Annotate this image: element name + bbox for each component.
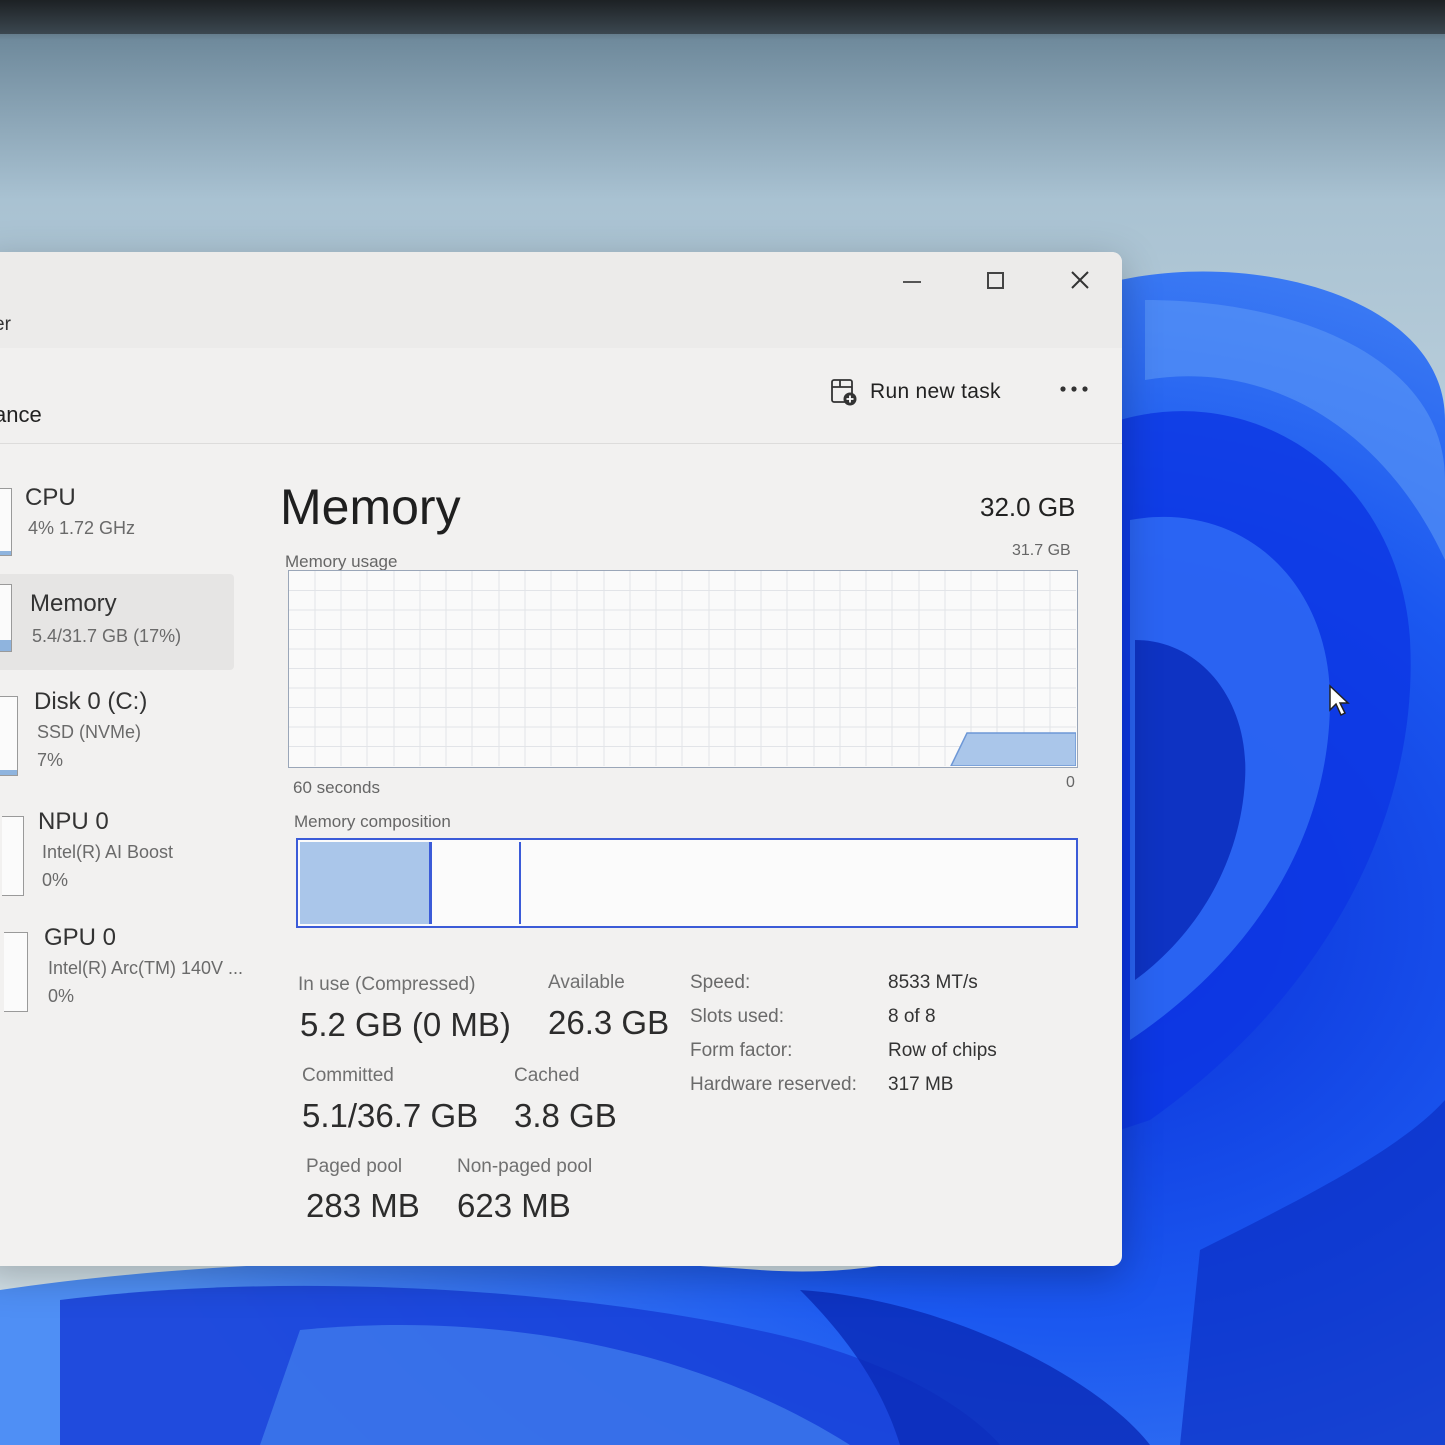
committed-value: 5.1/36.7 GB: [302, 1097, 479, 1134]
maximize-icon: [986, 271, 1004, 289]
speed-value: 8533 MT/s: [888, 972, 978, 993]
sidebar-item-gpu[interactable]: GPU 0 Intel(R) Arc(TM) 140V ... 0%: [0, 924, 255, 1020]
run-new-task-label: Run new task: [870, 380, 1001, 403]
sidebar-item-detail: 4% 1.72 GHz: [28, 518, 136, 538]
sidebar-item-detail: 5.4/31.7 GB (17%): [32, 626, 182, 646]
memory-usage-label: Memory usage: [285, 552, 398, 571]
ellipsis-icon: [1060, 386, 1088, 392]
window-title: er: [0, 314, 11, 335]
cached-value: 3.8 GB: [514, 1097, 617, 1134]
run-task-icon: [831, 379, 857, 406]
memory-usage-max: 31.7 GB: [1012, 542, 1071, 559]
form-factor-label: Form factor:: [690, 1040, 793, 1061]
npu-thumbnail-graph: [2, 816, 24, 896]
sidebar-item-usage: 7%: [37, 750, 64, 770]
monitor-bezel: [0, 0, 1445, 34]
memory-thumbnail-graph: [0, 584, 12, 652]
committed-label: Committed: [302, 1065, 394, 1086]
more-options-button[interactable]: [1058, 374, 1090, 404]
memory-usage-graph: [288, 570, 1078, 768]
toolbar: ance Run new task: [0, 348, 1122, 444]
sidebar-item-usage: 0%: [42, 870, 69, 890]
paged-pool-value: 283 MB: [306, 1187, 420, 1224]
non-paged-pool-value: 623 MB: [457, 1187, 571, 1224]
sidebar-item-title: CPU: [25, 484, 76, 511]
in-use-label: In use (Compressed): [298, 974, 476, 995]
slots-used-value: 8 of 8: [888, 1006, 936, 1027]
non-paged-pool-label: Non-paged pool: [457, 1156, 593, 1177]
minimize-button[interactable]: [884, 260, 940, 300]
cpu-thumbnail-graph: [0, 488, 12, 556]
memory-usage-graph-svg: [289, 571, 1077, 767]
sidebar-item-detail: Intel(R) AI Boost: [42, 842, 174, 862]
sidebar-item-title: Disk 0 (C:): [34, 688, 148, 715]
composition-in-use-segment[interactable]: [300, 842, 432, 924]
memory-usage-area: [949, 732, 1077, 767]
hardware-reserved-value: 317 MB: [888, 1074, 954, 1095]
performance-sidebar: CPU 4% 1.72 GHz Memory 5.4/31.7 GB (17%)…: [0, 478, 243, 1038]
slots-used-label: Slots used:: [690, 1006, 784, 1027]
hardware-reserved-label: Hardware reserved:: [690, 1074, 857, 1095]
graph-gridlines: [289, 571, 1076, 766]
mouse-pointer-icon: [1329, 684, 1350, 717]
sidebar-item-npu[interactable]: NPU 0 Intel(R) AI Boost 0%: [0, 808, 235, 904]
close-button[interactable]: [1052, 260, 1108, 300]
disk-thumbnail-fill: [0, 769, 17, 775]
page-title: Memory: [280, 479, 461, 535]
minimize-icon: [903, 281, 921, 283]
close-icon: [1071, 271, 1089, 289]
sidebar-item-detail: Intel(R) Arc(TM) 140V ...: [48, 958, 244, 978]
memory-composition-label: Memory composition: [294, 812, 451, 831]
total-memory: 32.0 GB: [980, 492, 1076, 522]
sidebar-item-detail: SSD (NVMe): [37, 722, 142, 742]
available-label: Available: [548, 972, 625, 993]
maximize-button[interactable]: [967, 260, 1023, 300]
sidebar-item-cpu[interactable]: CPU 4% 1.72 GHz: [0, 478, 235, 574]
gpu-thumbnail-graph: [4, 932, 28, 1012]
disk-thumbnail-graph: [0, 696, 18, 776]
graph-axis-zero: 0: [1066, 774, 1075, 791]
speed-label: Speed:: [690, 972, 751, 993]
memory-thumbnail-fill: [0, 639, 11, 651]
sidebar-item-usage: 0%: [48, 986, 75, 1006]
cached-label: Cached: [514, 1065, 580, 1086]
page-heading: ance: [0, 402, 42, 427]
run-new-task-button[interactable]: Run new task: [830, 378, 1001, 406]
in-use-value: 5.2 GB (0 MB): [300, 1006, 511, 1043]
sidebar-item-title: GPU 0: [44, 924, 117, 951]
sidebar-item-memory[interactable]: Memory 5.4/31.7 GB (17%): [0, 574, 234, 670]
available-value: 26.3 GB: [548, 1004, 670, 1041]
graph-time-span: 60 seconds: [293, 778, 380, 797]
sidebar-item-title: NPU 0: [38, 808, 109, 835]
sidebar-item-disk[interactable]: Disk 0 (C:) SSD (NVMe) 7%: [0, 688, 235, 784]
title-bar[interactable]: er: [0, 252, 1122, 348]
sidebar-item-title: Memory: [30, 590, 117, 617]
form-factor-value: Row of chips: [888, 1040, 997, 1061]
paged-pool-label: Paged pool: [306, 1156, 403, 1177]
cpu-thumbnail-fill: [0, 551, 11, 555]
composition-modified-segment[interactable]: [432, 842, 521, 924]
task-manager-window: er ance Run new task: [0, 252, 1122, 1266]
memory-composition-bar: [296, 838, 1078, 928]
